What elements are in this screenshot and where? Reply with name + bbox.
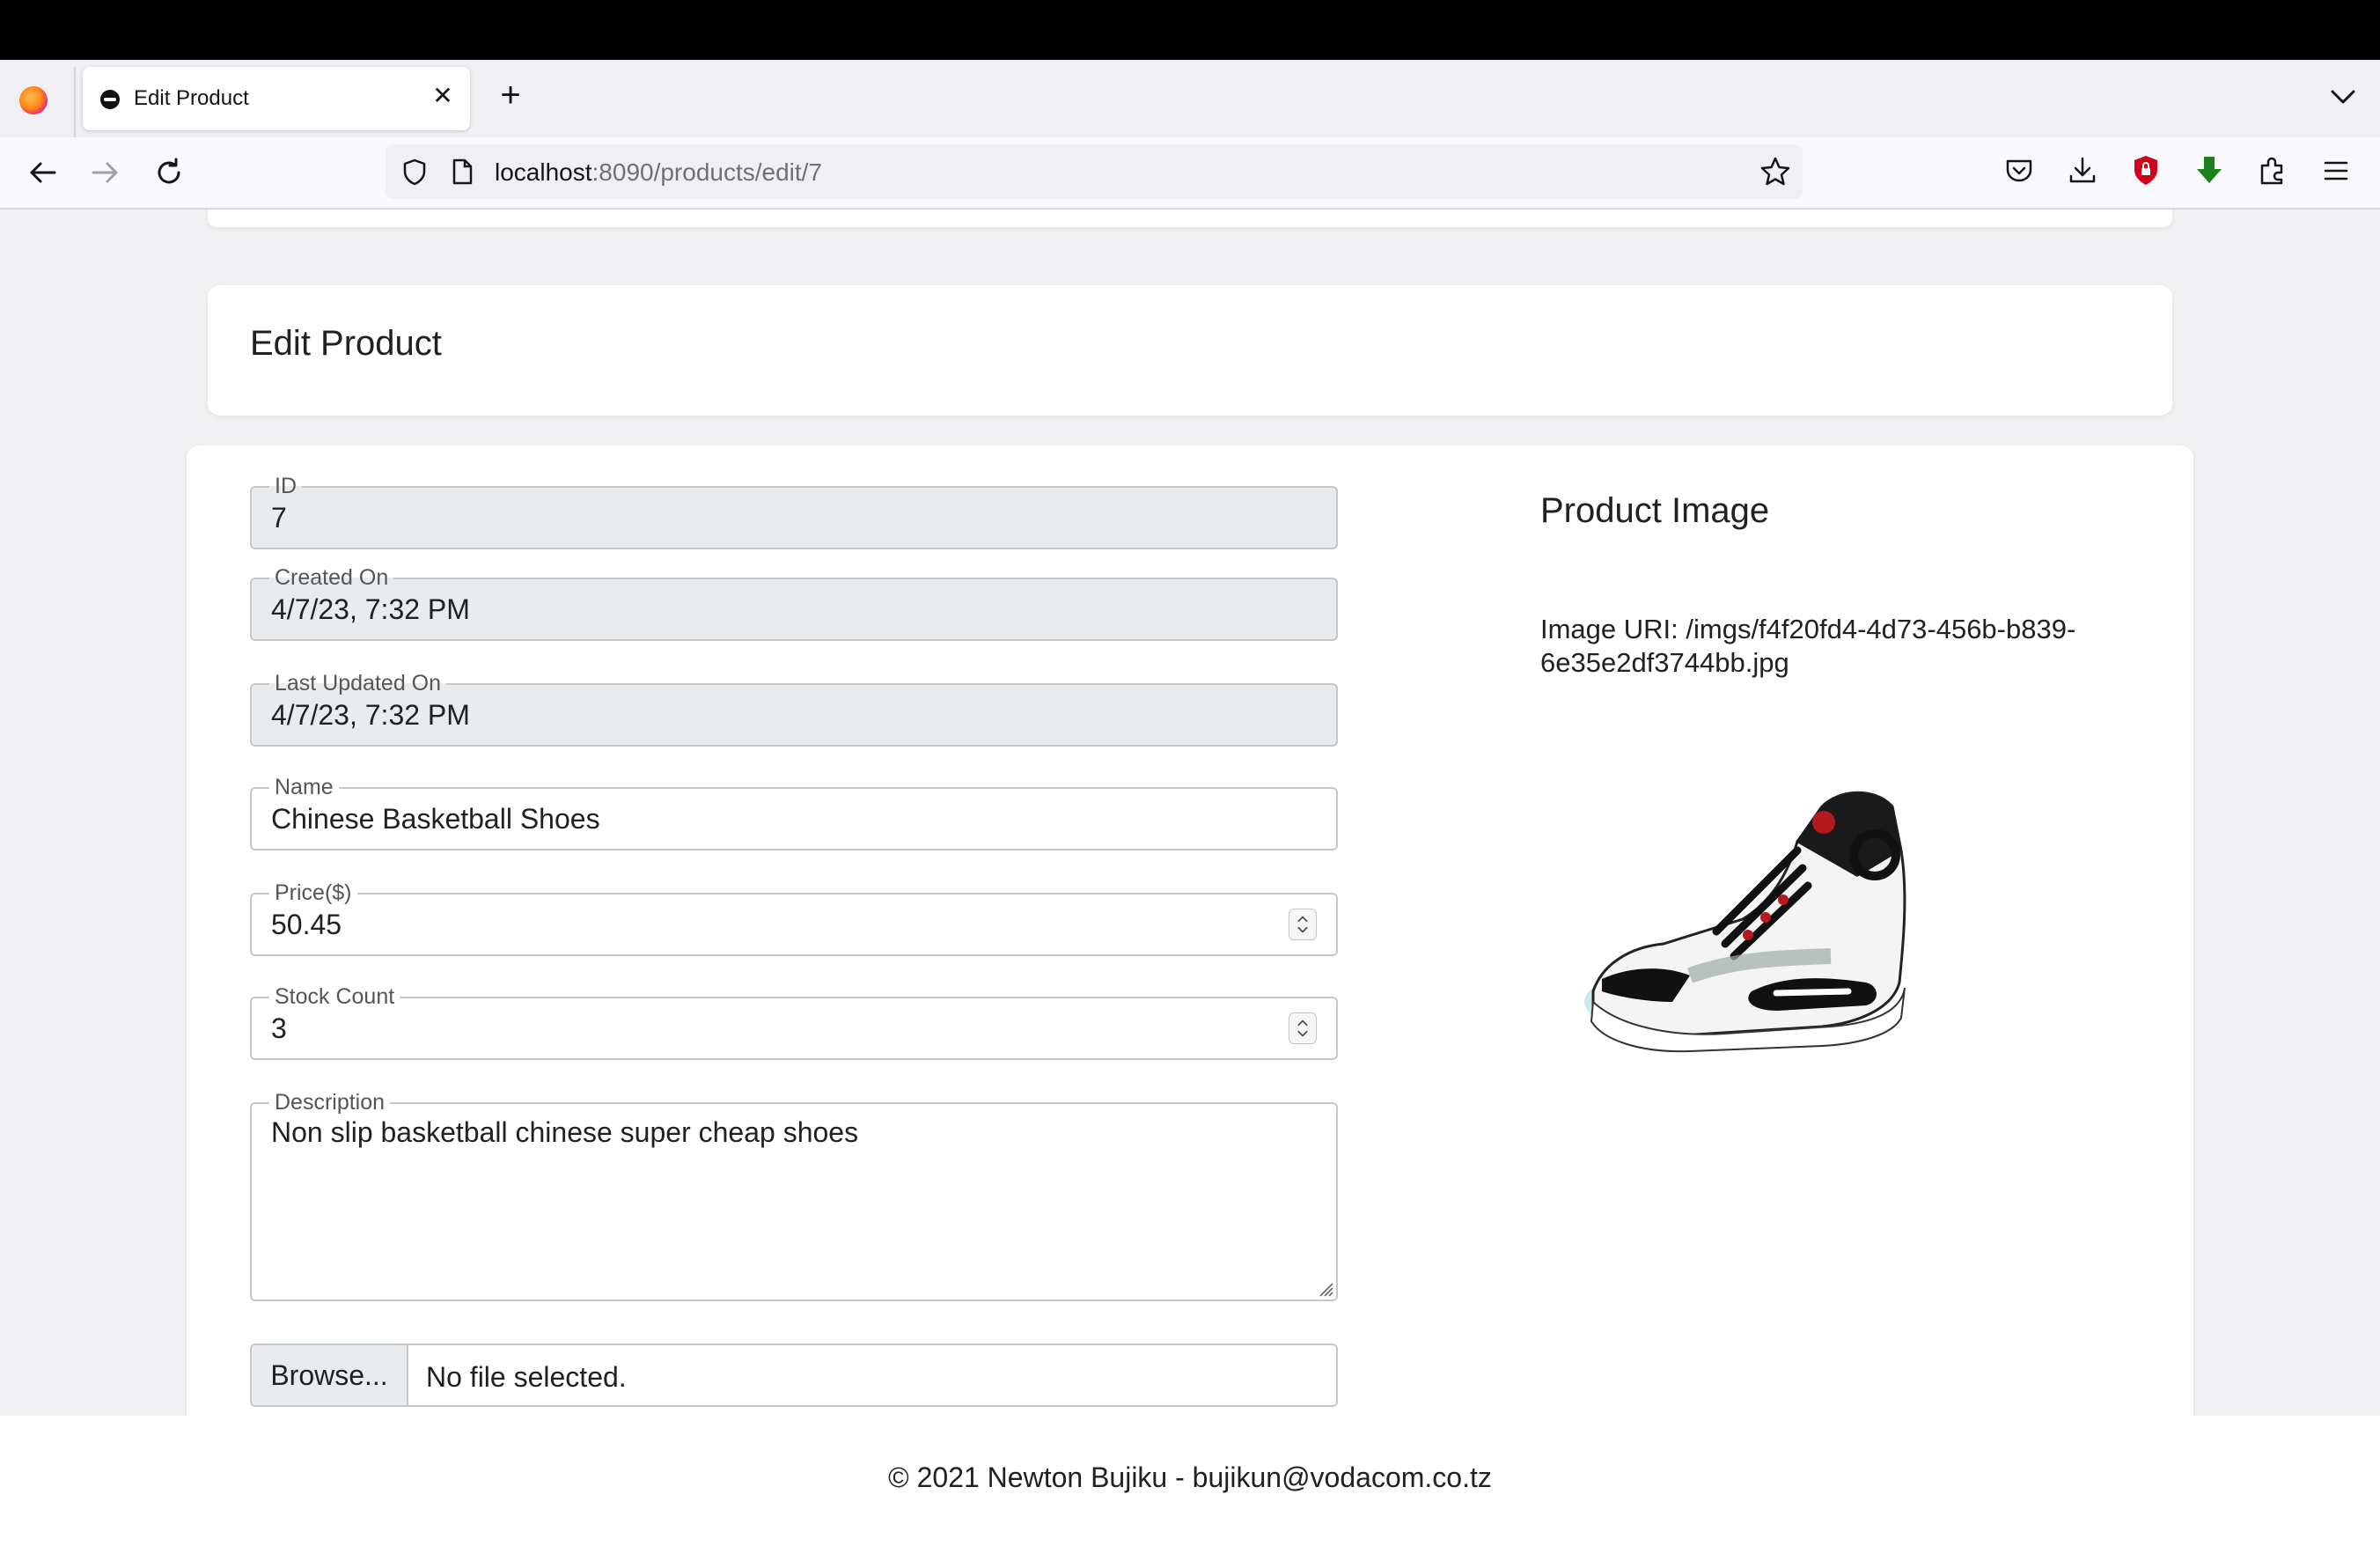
pocket-icon[interactable] bbox=[2000, 151, 2038, 190]
reload-icon[interactable] bbox=[150, 153, 188, 192]
description-field[interactable]: Description Non slip basketball chinese … bbox=[250, 1090, 1338, 1301]
file-status: No file selected. bbox=[426, 1361, 627, 1393]
id-value: 7 bbox=[271, 502, 287, 534]
product-shoe-image bbox=[1584, 791, 1906, 1053]
created-on-field[interactable]: Created On 4/7/23, 7:32 PM bbox=[250, 565, 1338, 641]
description-label: Description bbox=[269, 1090, 391, 1115]
price-label: Price($) bbox=[269, 880, 357, 905]
page-title: Edit Product bbox=[250, 324, 442, 363]
bookmark-star-icon[interactable] bbox=[1759, 155, 1792, 188]
browse-button[interactable]: Browse... bbox=[252, 1345, 408, 1405]
image-uri-text: Image URI: /imgs/f4f20fd4-4d73-456b-b839… bbox=[1540, 614, 2076, 678]
stock-count-field[interactable]: Stock Count 3 bbox=[250, 984, 1338, 1060]
stock-count-label: Stock Count bbox=[269, 984, 400, 1009]
window-top-bar bbox=[0, 0, 2380, 60]
created-on-label: Created On bbox=[269, 565, 394, 590]
price-field[interactable]: Price($) 50.45 bbox=[250, 880, 1338, 956]
stock-spinner-icon[interactable] bbox=[1289, 1012, 1317, 1044]
previous-card bbox=[208, 210, 2172, 227]
url-text[interactable]: localhost:8090/products/edit/7 bbox=[495, 158, 822, 187]
tab-favicon-icon bbox=[100, 90, 120, 109]
edit-product-form-card: ID 7 Created On 4/7/23, 7:32 PM Last Upd… bbox=[187, 445, 2193, 1416]
description-value: Non slip basketball chinese super cheap … bbox=[271, 1116, 859, 1148]
download-green-icon[interactable] bbox=[2190, 151, 2229, 190]
url-path: :8090/products/edit/7 bbox=[591, 158, 823, 186]
ublock-icon[interactable] bbox=[2127, 151, 2165, 190]
close-tab-icon[interactable]: ✕ bbox=[430, 83, 456, 109]
product-image-heading: Product Image bbox=[1540, 491, 1770, 530]
page-header-card: Edit Product bbox=[208, 285, 2172, 416]
name-label: Name bbox=[269, 775, 339, 799]
url-bar[interactable]: localhost:8090/products/edit/7 bbox=[386, 144, 1803, 199]
footer-copyright: © 2021 Newton Bujiku - bujikun@vodacom.c… bbox=[888, 1461, 1492, 1493]
tab-divider bbox=[74, 67, 76, 137]
extensions-icon[interactable] bbox=[2253, 151, 2292, 190]
name-value: Chinese Basketball Shoes bbox=[271, 803, 600, 835]
tab-edit-product[interactable]: Edit Product ✕ bbox=[83, 67, 470, 130]
created-on-value: 4/7/23, 7:32 PM bbox=[271, 593, 470, 625]
firefox-logo-icon[interactable] bbox=[19, 86, 48, 114]
last-updated-on-value: 4/7/23, 7:32 PM bbox=[271, 699, 470, 731]
new-tab-icon[interactable]: + bbox=[491, 77, 530, 116]
last-updated-on-field[interactable]: Last Updated On 4/7/23, 7:32 PM bbox=[250, 671, 1338, 747]
price-value: 50.45 bbox=[271, 909, 342, 940]
tab-title: Edit Product bbox=[134, 86, 249, 110]
menu-icon[interactable] bbox=[2317, 151, 2355, 190]
download-icon[interactable] bbox=[2063, 151, 2102, 190]
chevron-down-icon[interactable] bbox=[2325, 79, 2361, 114]
page-footer: © 2021 Newton Bujiku - bujikun@vodacom.c… bbox=[0, 1416, 2380, 1546]
id-label: ID bbox=[269, 474, 302, 498]
stock-count-value: 3 bbox=[271, 1012, 287, 1044]
url-host: localhost bbox=[495, 158, 592, 186]
file-input[interactable]: Browse... No file selected. bbox=[250, 1344, 1338, 1407]
tab-strip: Edit Product ✕ + bbox=[0, 60, 2380, 137]
resize-grip-icon[interactable] bbox=[1315, 1278, 1334, 1298]
price-spinner-icon[interactable] bbox=[1289, 909, 1317, 940]
navigation-toolbar: localhost:8090/products/edit/7 bbox=[0, 137, 2380, 210]
last-updated-on-label: Last Updated On bbox=[269, 671, 447, 696]
id-field[interactable]: ID 7 bbox=[250, 474, 1338, 549]
page-viewport: Edit Product ID 7 Created On 4/7/23, 7:3… bbox=[0, 210, 2380, 1416]
shield-icon[interactable] bbox=[400, 157, 430, 187]
forward-arrow-icon[interactable] bbox=[86, 153, 125, 192]
name-field[interactable]: Name Chinese Basketball Shoes bbox=[250, 775, 1338, 850]
page-icon[interactable] bbox=[447, 157, 477, 187]
back-arrow-icon[interactable] bbox=[23, 153, 62, 192]
